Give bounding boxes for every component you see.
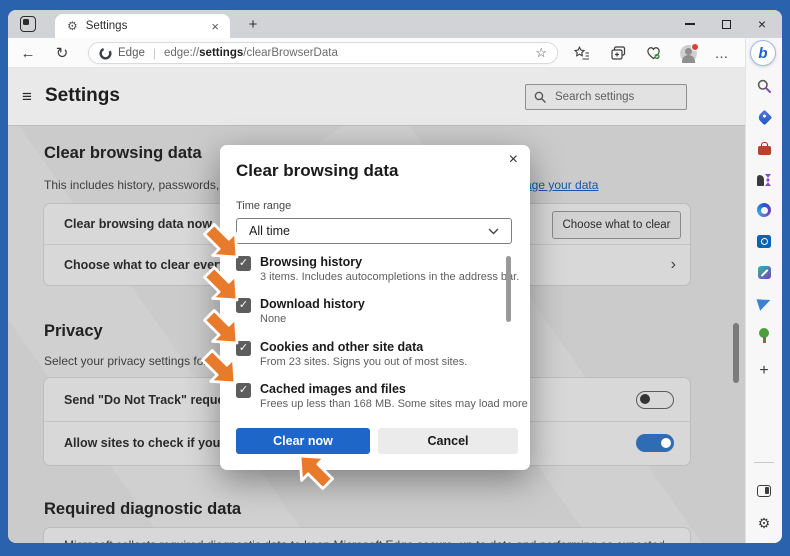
profile-avatar[interactable] xyxy=(677,42,699,63)
favorites-hub-icon[interactable] xyxy=(571,43,593,63)
item-label: Download history xyxy=(260,297,365,311)
time-range-label: Time range xyxy=(236,200,292,212)
item-description: 3 items. Includes autocompletions in the… xyxy=(260,271,520,283)
edge-icon xyxy=(99,46,112,60)
clear-now-button[interactable]: Clear now xyxy=(236,428,370,454)
window-controls: × xyxy=(672,10,780,38)
clear-section-description: This includes history, passwords, co xyxy=(44,178,236,192)
cookies-item: ✓ Cookies and other site data From 23 si… xyxy=(236,340,506,380)
browser-window: ⚙ Settings × + × ← ↻ Edge | edge://setti… xyxy=(8,10,782,543)
url-bold-segment: settings xyxy=(199,47,244,59)
menu-icon[interactable]: ≡ xyxy=(22,87,32,107)
settings-search-box[interactable] xyxy=(525,84,687,110)
browsing-history-checkbox[interactable]: ✓ xyxy=(236,256,251,271)
site-badge-label: Edge xyxy=(118,47,145,59)
sidebar-settings-icon[interactable]: ⚙ xyxy=(754,513,774,533)
cookies-checkbox[interactable]: ✓ xyxy=(236,341,251,356)
allow-sites-toggle[interactable] xyxy=(636,434,674,452)
address-divider: | xyxy=(152,46,156,60)
time-range-select[interactable]: All time xyxy=(236,218,512,244)
cached-images-item: ✓ Cached images and files Frees up less … xyxy=(236,382,528,422)
browser-toolbar: ← ↻ Edge | edge://settings/clearBrowserD… xyxy=(8,38,782,68)
required-diagnostic-data-heading: Required diagnostic data xyxy=(44,500,242,518)
microsoft-365-icon[interactable] xyxy=(754,200,774,220)
favorite-star-icon[interactable]: ☆ xyxy=(535,45,547,61)
page-scrollbar-thumb[interactable] xyxy=(733,323,739,383)
maximize-icon xyxy=(721,19,731,29)
item-description: From 23 sites. Signs you out of most sit… xyxy=(260,356,468,368)
tab-close-icon[interactable]: × xyxy=(208,19,222,34)
avatar xyxy=(679,42,699,63)
address-url: edge://settings/clearBrowserData xyxy=(164,47,535,59)
diagnostic-card: Microsoft collects required diagnostic d… xyxy=(44,528,690,543)
item-label: Cached images and files xyxy=(260,382,406,396)
maximize-button[interactable] xyxy=(708,10,744,38)
dialog-scrollbar-thumb[interactable] xyxy=(506,256,511,322)
add-sidebar-app-button[interactable]: + xyxy=(754,361,774,381)
close-icon: × xyxy=(757,16,767,32)
notification-dot xyxy=(690,42,699,51)
bing-chat-icon[interactable]: b xyxy=(750,40,776,66)
designer-icon[interactable] xyxy=(754,262,774,282)
clear-browsing-data-heading: Clear browsing data xyxy=(44,144,202,162)
toggle-knob xyxy=(661,438,671,448)
collections-icon[interactable] xyxy=(607,43,629,63)
chevron-right-icon: › xyxy=(670,255,676,273)
toggle-knob xyxy=(640,394,650,404)
clear-browsing-data-dialog: × Clear browsing data Time range All tim… xyxy=(220,145,530,470)
item-description: None xyxy=(260,313,287,325)
download-history-item: ✓ Download history None xyxy=(236,297,506,337)
search-settings-input[interactable] xyxy=(553,90,677,104)
manage-your-data-link[interactable]: age your data xyxy=(525,178,598,192)
do-not-track-toggle[interactable] xyxy=(636,390,674,409)
outlook-icon[interactable] xyxy=(754,231,774,251)
choose-what-to-clear-button[interactable]: Choose what to clear xyxy=(552,211,681,239)
tab-title: Settings xyxy=(85,20,128,32)
browsing-history-item: ✓ Browsing history 3 items. Includes aut… xyxy=(236,255,519,295)
settings-gear-icon: ⚙ xyxy=(67,19,78,33)
back-button[interactable]: ← xyxy=(16,41,40,65)
sidebar-divider xyxy=(754,462,774,463)
tree-app-icon[interactable] xyxy=(754,325,774,345)
url-suffix: /clearBrowserData xyxy=(243,47,338,59)
new-tab-button[interactable]: + xyxy=(242,13,264,35)
item-description: Frees up less than 168 MB. Some sites ma… xyxy=(260,398,528,410)
close-window-button[interactable]: × xyxy=(744,10,780,38)
sidebar-panel-icon[interactable] xyxy=(754,481,774,501)
cancel-button[interactable]: Cancel xyxy=(378,428,518,454)
minimize-icon xyxy=(685,23,695,25)
address-bar[interactable]: Edge | edge://settings/clearBrowserData … xyxy=(88,42,558,64)
privacy-description: Select your privacy settings for Mi xyxy=(44,354,224,368)
sidebar-search-icon[interactable] xyxy=(754,76,774,96)
shopping-icon[interactable] xyxy=(754,107,774,127)
page-title: Settings xyxy=(45,85,120,106)
drop-icon[interactable] xyxy=(754,293,774,313)
url-prefix: edge:// xyxy=(163,47,200,59)
settings-header: ≡ Settings xyxy=(8,68,745,126)
download-history-checkbox[interactable]: ✓ xyxy=(236,298,251,313)
privacy-heading: Privacy xyxy=(44,322,103,340)
refresh-button[interactable]: ↻ xyxy=(50,41,74,65)
chevron-down-icon xyxy=(488,228,499,234)
search-icon xyxy=(534,91,546,103)
item-label: Browsing history xyxy=(260,255,363,269)
cached-images-checkbox[interactable]: ✓ xyxy=(236,383,251,398)
diagnostic-clipped-text: Microsoft collects required diagnostic d… xyxy=(64,538,664,543)
time-range-value: All time xyxy=(249,224,290,238)
item-label: Cookies and other site data xyxy=(260,340,424,354)
dialog-close-icon[interactable]: × xyxy=(509,151,518,169)
minimize-button[interactable] xyxy=(672,10,708,38)
tab-strip: ⚙ Settings × + × xyxy=(8,10,782,38)
more-menu-button[interactable]: … xyxy=(711,43,733,63)
games-icon[interactable] xyxy=(754,169,774,189)
dialog-title: Clear browsing data xyxy=(236,161,399,180)
tab-settings[interactable]: ⚙ Settings × xyxy=(55,14,230,38)
browser-essentials-icon[interactable] xyxy=(642,43,664,63)
edge-sidebar: b + ⚙ xyxy=(745,38,782,543)
tools-icon[interactable] xyxy=(754,138,774,158)
screenshot-root: ⚙ Settings × + × ← ↻ Edge | edge://setti… xyxy=(0,0,790,556)
tab-actions-icon[interactable] xyxy=(20,16,36,32)
